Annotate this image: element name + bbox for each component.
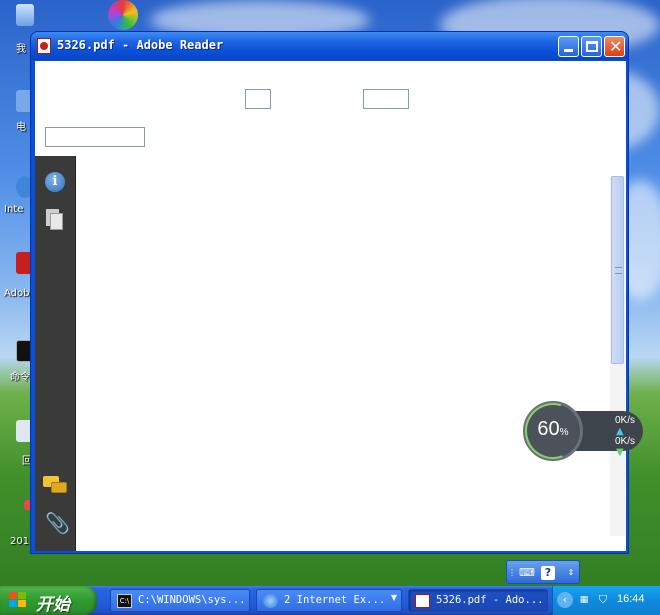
- taskbar-item-label: C:\WINDOWS\sys...: [138, 594, 246, 606]
- desktop-icon-label: 命令: [10, 372, 30, 383]
- navigation-panel: i 📎: [35, 156, 76, 551]
- command-prompt-icon: C:\: [117, 594, 132, 608]
- taskbar-item-label: 5326.pdf - Ado...: [436, 594, 544, 606]
- pages-icon[interactable]: [46, 209, 64, 231]
- scroll-thumb[interactable]: [611, 176, 624, 364]
- desktop-icon-folder-2015[interactable]: 2015: [0, 500, 35, 560]
- taskbar-item-label: 2 Internet Ex...: [284, 594, 386, 606]
- system-tray: ‹ ▦ ⛉ 16:44: [552, 586, 660, 615]
- desktop-icon-label: Inte: [4, 204, 24, 215]
- memory-percent: 60%: [537, 418, 569, 440]
- taskbar-item-command-prompt[interactable]: C:\ C:\WINDOWS\sys...: [110, 589, 250, 612]
- reader-client-area: i 📎: [35, 61, 626, 551]
- network-speed-widget[interactable]: ▲ 0K/s ▼ 0K/s 60%: [523, 400, 645, 462]
- desktop-icon-adobe[interactable]: Adob: [0, 252, 34, 312]
- pdf-document-icon: [37, 38, 51, 54]
- chevron-left-icon[interactable]: ‹: [557, 592, 573, 608]
- comments-icon[interactable]: [43, 476, 67, 496]
- start-button[interactable]: 开始: [0, 586, 97, 615]
- computer-icon: [16, 4, 34, 26]
- colorful-app-icon: [108, 0, 138, 30]
- taskbar-item-internet-explorer[interactable]: 2 Internet Ex... ▼: [256, 589, 402, 612]
- info-icon[interactable]: i: [45, 172, 65, 192]
- desktop-icon-recycle-bin[interactable]: 回: [0, 420, 34, 480]
- download-arrow-icon: ▼: [616, 447, 624, 458]
- grip-icon: ⋮: [508, 568, 516, 577]
- close-icon: ✕: [609, 37, 623, 56]
- scroll-grip-icon: [615, 267, 622, 274]
- pdf-document-icon: [415, 594, 430, 608]
- start-label: 开始: [36, 595, 70, 615]
- help-icon[interactable]: ?: [541, 566, 555, 580]
- shield-icon[interactable]: ⛉: [595, 592, 611, 608]
- desktop-icon-network[interactable]: 电: [0, 90, 34, 150]
- maximize-button[interactable]: [581, 36, 602, 57]
- desktop-icon-internet-explorer[interactable]: Inte: [0, 176, 34, 236]
- download-rate: 0K/s: [614, 436, 635, 447]
- desktop-icon-label: 电: [16, 122, 26, 133]
- minimize-icon: [564, 49, 573, 52]
- clock: 16:44: [617, 593, 645, 605]
- keyboard-icon[interactable]: ⌨: [519, 565, 535, 581]
- windows-flag-icon: [9, 592, 27, 609]
- title-bar[interactable]: 5326.pdf - Adobe Reader ✕: [31, 32, 628, 60]
- chevron-down-icon: ▼: [390, 593, 397, 602]
- desktop-icon-command[interactable]: 命令: [0, 340, 34, 400]
- close-button[interactable]: ✕: [604, 36, 625, 57]
- language-bar[interactable]: ⋮ ⌨ ? ⇕: [506, 560, 580, 584]
- toolbar-field[interactable]: [363, 89, 409, 109]
- network-status-icon[interactable]: ▦: [576, 592, 592, 608]
- vertical-scrollbar[interactable]: [610, 176, 625, 536]
- upload-rate: 0K/s: [614, 415, 635, 426]
- maximize-icon: [586, 41, 598, 52]
- window-title: 5326.pdf - Adobe Reader: [57, 38, 224, 52]
- adobe-reader-window: 5326.pdf - Adobe Reader ✕ i 📎: [30, 31, 629, 554]
- taskbar-item-adobe-reader[interactable]: 5326.pdf - Ado...: [408, 589, 548, 612]
- desktop-icon-my-computer[interactable]: 我: [0, 4, 34, 64]
- minimize-button[interactable]: [558, 36, 579, 57]
- desktop-icon-label: Adob: [4, 288, 30, 299]
- ie-icon: [263, 594, 278, 608]
- taskbar: 开始 C:\ C:\WINDOWS\sys... 2 Internet Ex..…: [0, 586, 660, 615]
- find-input[interactable]: [45, 127, 145, 147]
- desktop-icon-label: 我: [16, 44, 26, 55]
- toolbar-field[interactable]: [245, 89, 271, 109]
- options-arrow-icon[interactable]: ⇕: [563, 565, 579, 581]
- attachment-icon[interactable]: 📎: [45, 512, 70, 534]
